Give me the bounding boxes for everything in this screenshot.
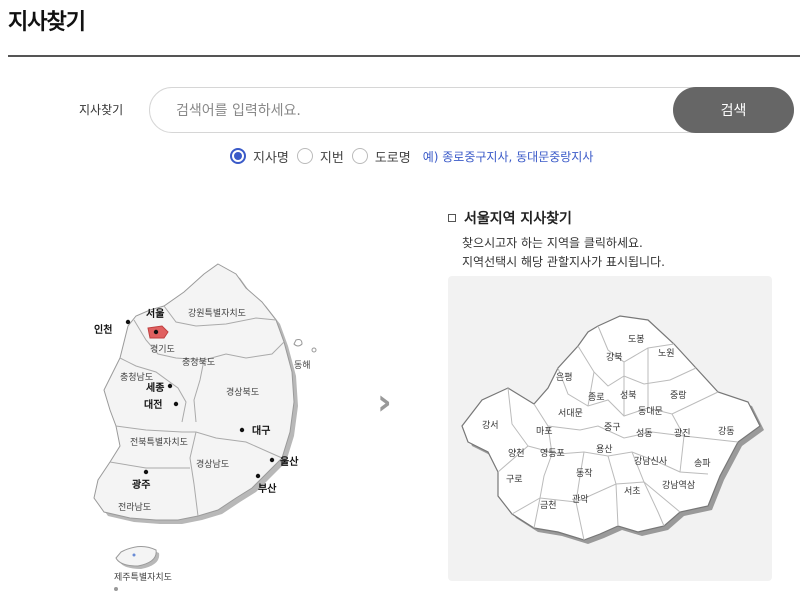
district-seongbuk[interactable]: 성북: [620, 390, 637, 401]
search-type-options: 지사명 지번 도로명 예) 종로중구지사, 동대문중랑지사: [230, 146, 593, 166]
page-title: 지사찾기: [8, 10, 86, 35]
district-yangcheon[interactable]: 양천: [508, 448, 525, 459]
search-example: 예) 종로중구지사, 동대문중랑지사: [422, 149, 594, 164]
district-jungnang[interactable]: 중랑: [670, 389, 687, 401]
region-label-gangwon[interactable]: 강원특별자치도: [188, 307, 246, 319]
district-dongjak[interactable]: 동작: [576, 468, 593, 479]
region-label-ulleung: 동해: [294, 360, 311, 371]
district-gangdong[interactable]: 강동: [718, 426, 735, 437]
district-seongdong[interactable]: 성동: [636, 428, 653, 439]
radio-label: 지사명: [253, 150, 289, 166]
city-label-incheon[interactable]: 인천: [94, 323, 112, 336]
district-gangseo[interactable]: 강서: [482, 420, 499, 431]
radio-lot-number[interactable]: 지번: [296, 147, 344, 166]
radio-unchecked-icon[interactable]: [296, 148, 313, 164]
district-nowon[interactable]: 노원: [658, 348, 675, 359]
seoul-section-title: 서울지역 지사찾기: [448, 208, 572, 228]
radio-unchecked-icon[interactable]: [351, 148, 368, 164]
district-seodaemun[interactable]: 서대문: [558, 408, 583, 419]
radio-checked-icon[interactable]: [230, 148, 246, 164]
district-seocho[interactable]: 서초: [624, 486, 641, 497]
seoul-map: 도봉 노원 강북 은평 성북 종로 중랑 서대문 동대문 강서 마포 중구 성동…: [461, 315, 764, 544]
region-label-gyeongnam[interactable]: 경상남도: [196, 458, 229, 470]
city-label-gwangju[interactable]: 광주: [132, 479, 150, 491]
radio-road-name[interactable]: 도로명: [351, 147, 411, 166]
district-gwangjin[interactable]: 광진: [674, 427, 691, 439]
korea-map: 강원특별자치도 경기도 충청북도 충청남도 경상북도 전북특별자치도 경상남도 …: [93, 263, 317, 591]
seoul-section-title-text: 서울지역 지사찾기: [464, 211, 572, 227]
district-gangbuk[interactable]: 강북: [606, 352, 623, 363]
district-songpa[interactable]: 송파: [694, 458, 711, 469]
region-label-gyeonggi[interactable]: 경기도: [150, 343, 175, 355]
search-button[interactable]: 검색: [673, 87, 794, 133]
search-box: 검색: [149, 87, 794, 134]
seoul-map-panel: 도봉 노원 강북 은평 성북 종로 중랑 서대문 동대문 강서 마포 중구 성동…: [448, 276, 772, 581]
search-input[interactable]: [174, 88, 658, 134]
region-label-jeonnam[interactable]: 전라남도: [118, 502, 151, 513]
city-label-daejeon[interactable]: 대전: [144, 398, 162, 411]
city-label-sejong[interactable]: 세종: [146, 381, 164, 394]
district-mapo[interactable]: 마포: [536, 426, 553, 437]
region-label-jeonbuk[interactable]: 전북특별자치도: [130, 436, 188, 448]
district-gangnamsinsa[interactable]: 강남신사: [634, 456, 668, 467]
region-label-jeju[interactable]: 제주특별자치도: [114, 571, 172, 583]
district-jung[interactable]: 중구: [604, 422, 621, 433]
district-gangnamyeoksam[interactable]: 강남역삼: [662, 480, 695, 491]
city-label-daegu[interactable]: 대구: [252, 424, 270, 437]
district-jongno[interactable]: 종로: [588, 392, 605, 403]
guide-line-2: 지역선택시 해당 관할지사가 표시됩니다.: [462, 255, 665, 269]
chevron-right-icon: ›: [377, 382, 392, 423]
city-label-seoul[interactable]: 서울: [146, 307, 164, 320]
radio-branch-name[interactable]: 지사명: [230, 147, 289, 166]
guide-line-1: 찾으시고자 하는 지역을 클릭하세요.: [462, 236, 643, 250]
square-bullet-icon: [448, 214, 456, 222]
district-dobong[interactable]: 도봉: [628, 334, 645, 345]
district-geumcheon[interactable]: 금천: [540, 500, 557, 511]
region-label-gyeongbuk[interactable]: 경상북도: [226, 386, 259, 398]
district-dongdaemun[interactable]: 동대문: [638, 406, 663, 417]
city-label-busan[interactable]: 부산: [258, 482, 277, 495]
district-gwanak[interactable]: 관악: [572, 493, 589, 505]
radio-label: 지번: [319, 150, 344, 166]
region-label-chungbuk[interactable]: 충청북도: [182, 357, 215, 368]
district-yeongdeungpo[interactable]: 영등포: [540, 448, 565, 459]
district-guro[interactable]: 구로: [506, 474, 523, 485]
title-divider: [8, 55, 800, 57]
radio-label: 도로명: [374, 150, 411, 166]
city-label-ulsan[interactable]: 울산: [280, 455, 299, 468]
district-yongsan[interactable]: 용산: [596, 444, 613, 455]
district-eunpyeong[interactable]: 은평: [556, 372, 573, 383]
region-label-chungnam[interactable]: 충청남도: [120, 372, 153, 383]
search-label: 지사찾기: [79, 103, 124, 117]
